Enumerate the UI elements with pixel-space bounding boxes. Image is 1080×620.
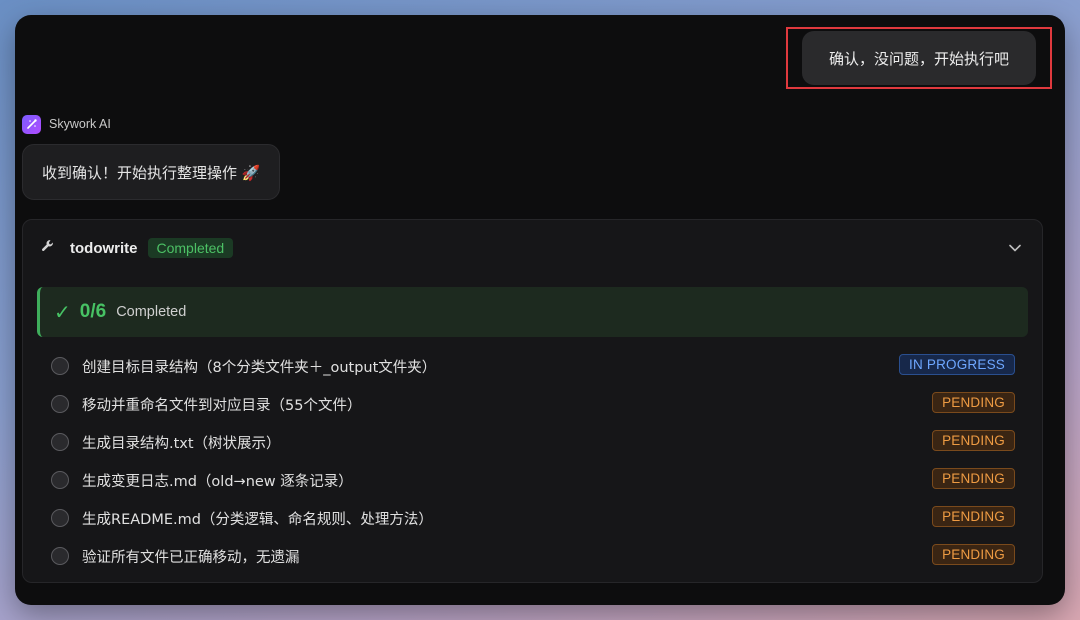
progress-count: 0/6 bbox=[79, 301, 107, 322]
tool-name: todowrite bbox=[70, 239, 138, 257]
task-status-pending: PENDING bbox=[932, 506, 1015, 527]
task-text: 生成README.md（分类逻辑、命名规则、处理方法） bbox=[82, 511, 433, 528]
task-checkbox[interactable] bbox=[51, 509, 69, 527]
task-text: 移动并重命名文件到对应目录（55个文件） bbox=[82, 397, 362, 414]
task-text: 创建目标目录结构（8个分类文件夹＋_output文件夹） bbox=[82, 359, 437, 376]
task-item: 验证所有文件已正确移动，无遗漏 PENDING bbox=[51, 537, 1015, 575]
task-text: 生成目录结构.txt（树状展示） bbox=[82, 435, 281, 452]
task-item: 移动并重命名文件到对应目录（55个文件） PENDING bbox=[51, 385, 1015, 423]
assistant-name: Skywork AI bbox=[49, 117, 111, 131]
assistant-message-bubble: 收到确认！开始执行整理操作 🚀 bbox=[22, 144, 281, 200]
chat-window: 确认，没问题，开始执行吧 Skywork AI 收到确认！开始执行整理操作 🚀 … bbox=[15, 15, 1065, 605]
assistant-header: Skywork AI bbox=[22, 114, 111, 134]
task-checkbox[interactable] bbox=[51, 395, 69, 413]
tool-status-badge: Completed bbox=[147, 238, 234, 258]
tool-card: todowrite Completed ✓ 0/6 Completed 创建目标… bbox=[22, 219, 1043, 583]
skywork-logo-icon bbox=[22, 114, 41, 134]
task-checkbox[interactable] bbox=[51, 471, 69, 489]
task-item: 创建目标目录结构（8个分类文件夹＋_output文件夹） IN PROGRESS bbox=[51, 347, 1015, 385]
task-item: 生成README.md（分类逻辑、命名规则、处理方法） PENDING bbox=[51, 499, 1015, 537]
task-list: 创建目标目录结构（8个分类文件夹＋_output文件夹） IN PROGRESS… bbox=[51, 347, 1015, 575]
wrench-icon bbox=[40, 238, 56, 258]
task-checkbox[interactable] bbox=[51, 433, 69, 451]
task-item: 生成变更日志.md（old→new 逐条记录） PENDING bbox=[51, 461, 1015, 499]
task-text: 验证所有文件已正确移动，无遗漏 bbox=[82, 549, 300, 566]
task-status-pending: PENDING bbox=[932, 392, 1015, 413]
task-checkbox[interactable] bbox=[51, 357, 69, 375]
user-message-highlight: 确认，没问题，开始执行吧 bbox=[786, 27, 1052, 89]
task-status-pending: PENDING bbox=[932, 430, 1015, 451]
task-item: 生成目录结构.txt（树状展示） PENDING bbox=[51, 423, 1015, 461]
tool-header[interactable]: todowrite Completed bbox=[40, 237, 234, 259]
task-status-pending: PENDING bbox=[932, 468, 1015, 489]
task-status-pending: PENDING bbox=[932, 544, 1015, 565]
chevron-down-icon[interactable] bbox=[1008, 240, 1022, 259]
task-checkbox[interactable] bbox=[51, 547, 69, 565]
progress-label: Completed bbox=[116, 304, 187, 320]
task-text: 生成变更日志.md（old→new 逐条记录） bbox=[82, 473, 353, 490]
user-message-bubble: 确认，没问题，开始执行吧 bbox=[802, 31, 1036, 85]
task-status-in-progress: IN PROGRESS bbox=[899, 354, 1015, 375]
progress-summary: ✓ 0/6 Completed bbox=[37, 287, 1028, 337]
check-icon: ✓ bbox=[54, 300, 71, 324]
